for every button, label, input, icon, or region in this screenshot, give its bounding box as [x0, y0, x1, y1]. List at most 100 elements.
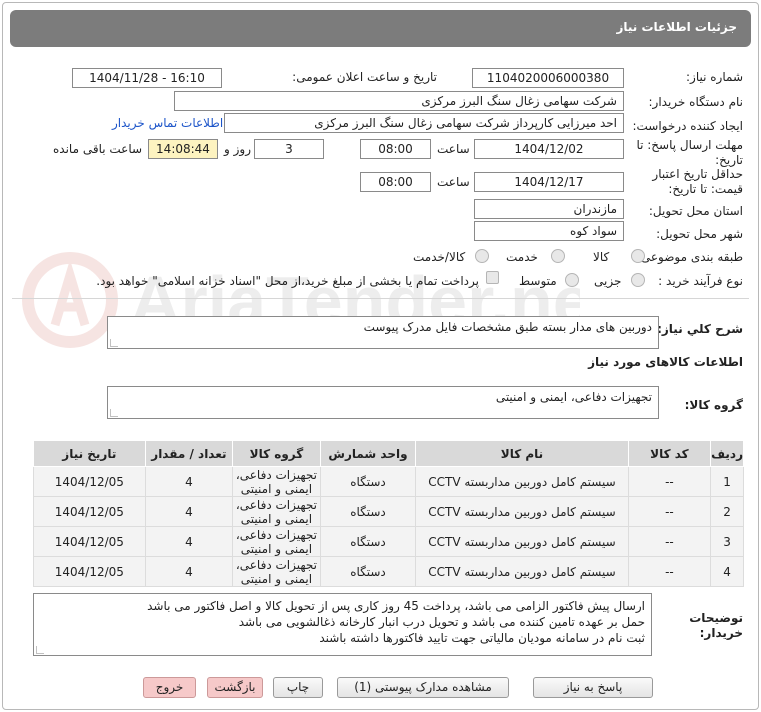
deadline-label-line1: مهلت ارسال پاسخ: تا	[636, 138, 743, 152]
view-attachments-button[interactable]: مشاهده مدارک پیوستی (1)	[337, 677, 509, 698]
category-option-service: خدمت	[506, 250, 538, 264]
buyer-notes-label-line1: توضیحات	[689, 611, 743, 625]
city-field: سواد کوه	[474, 221, 624, 241]
deadline-time-field: 08:00	[360, 139, 431, 159]
cell-need-date: 1404/12/05	[33, 526, 146, 557]
treasury-payment-checkbox[interactable]	[486, 271, 499, 284]
cell-row-number: 3	[710, 526, 744, 557]
process-radio-medium[interactable]	[565, 273, 579, 287]
cell-item-code: --	[627, 466, 712, 497]
col-header-need-date: تاریخ نیاز	[33, 440, 146, 467]
cell-quantity: 4	[144, 556, 234, 587]
deadline-label-line2: تاریخ:	[715, 153, 743, 167]
cell-need-date: 1404/12/05	[33, 496, 146, 527]
province-field: مازندران	[474, 199, 624, 219]
col-header-quantity: تعداد / مقدار	[144, 440, 234, 467]
category-radio-goods[interactable]	[631, 249, 645, 263]
section-divider	[12, 298, 749, 299]
need-number-label: شماره نیاز:	[686, 70, 743, 84]
table-row: 4 -- سیستم کامل دوربین مداربسته CCTV دست…	[33, 556, 744, 587]
validity-time-field: 08:00	[360, 172, 431, 192]
goods-group-label: گروه کالا:	[684, 398, 743, 412]
goods-section-title: اطلاعات کالاهای مورد نیاز	[588, 355, 743, 369]
table-row: 1 -- سیستم کامل دوربین مداربسته CCTV دست…	[33, 466, 744, 497]
remaining-time-label: ساعت باقی مانده	[53, 142, 143, 156]
cell-item-name: سیستم کامل دوربین مداربسته CCTV	[415, 466, 629, 497]
col-header-item-code: کد کالا	[627, 440, 712, 467]
description-label: شرح کلي نياز:	[657, 322, 743, 336]
cell-item-group: تجهیزات دفاعی، ایمنی و امنیتی	[232, 496, 321, 527]
buyer-note-line: حمل بر عهده تامین کننده می باشد و تحویل …	[238, 615, 645, 629]
cell-item-name: سیستم کامل دوربین مداربسته CCTV	[415, 556, 629, 587]
cell-need-date: 1404/12/05	[33, 466, 146, 497]
cell-item-code: --	[627, 526, 712, 557]
cell-item-group: تجهیزات دفاعی، ایمنی و امنیتی	[232, 466, 321, 497]
table-row: 3 -- سیستم کامل دوربین مداربسته CCTV دست…	[33, 526, 744, 557]
need-number-field: 1104020006000380	[472, 68, 624, 88]
cell-item-code: --	[627, 496, 712, 527]
col-header-row-number: ردیف	[710, 440, 744, 467]
process-option-medium: متوسط	[519, 274, 557, 288]
buyer-note-line: ثبت نام در سامانه مودیان مالیاتی جهت تای…	[319, 631, 645, 645]
col-header-unit: واحد شمارش	[319, 440, 417, 467]
announce-date-label: تاریخ و ساعت اعلان عمومی:	[292, 70, 437, 84]
cell-unit: دستگاه	[319, 496, 417, 527]
goods-group-textarea: تجهیزات دفاعی، ایمنی و امنیتی	[107, 386, 659, 419]
col-header-item-group: گروه کالا	[232, 440, 321, 467]
exit-button[interactable]: خروج	[143, 677, 196, 698]
category-label: طبقه بندی موضوعی:	[636, 250, 743, 264]
cell-row-number: 2	[710, 496, 744, 527]
cell-need-date: 1404/12/05	[33, 556, 146, 587]
resize-grip-icon[interactable]	[110, 409, 118, 417]
reply-button[interactable]: پاسخ به نیاز	[533, 677, 653, 698]
table-header-row: ردیف کد کالا نام کالا واحد شمارش گروه کا…	[33, 440, 744, 467]
back-button[interactable]: بازگشت	[207, 677, 263, 698]
description-textarea: دوربین های مدار بسته طبق مشخصات فایل مدر…	[107, 316, 659, 349]
cell-unit: دستگاه	[319, 466, 417, 497]
cell-quantity: 4	[144, 526, 234, 557]
cell-item-name: سیستم کامل دوربین مداربسته CCTV	[415, 526, 629, 557]
cell-item-group: تجهیزات دفاعی، ایمنی و امنیتی	[232, 526, 321, 557]
category-radio-service[interactable]	[551, 249, 565, 263]
header-bar: جزئیات اطلاعات نیاز	[10, 10, 751, 47]
city-label: شهر محل تحویل:	[656, 227, 743, 241]
resize-grip-icon[interactable]	[36, 646, 44, 654]
category-option-goods-service: کالا/خدمت	[413, 250, 466, 264]
goods-group-value: تجهیزات دفاعی، ایمنی و امنیتی	[495, 390, 652, 404]
validity-label-line1: حداقل تاریخ اعتبار	[652, 167, 743, 181]
creator-label: ایجاد کننده درخواست:	[632, 119, 743, 133]
print-button[interactable]: چاپ	[273, 677, 323, 698]
cell-unit: دستگاه	[319, 556, 417, 587]
process-radio-minor[interactable]	[631, 273, 645, 287]
table-row: 2 -- سیستم کامل دوربین مداربسته CCTV دست…	[33, 496, 744, 527]
category-option-goods: کالا	[593, 250, 610, 264]
process-type-label: نوع فرآیند خرید :	[658, 274, 743, 288]
days-label: روز و	[224, 142, 251, 156]
buyer-org-field: شرکت سهامی زغال سنگ البرز مرکزی	[174, 91, 624, 111]
cell-unit: دستگاه	[319, 526, 417, 557]
col-header-item-name: نام کالا	[415, 440, 629, 467]
creator-field: احد میرزایی کارپرداز شرکت سهامی زغال سنگ…	[224, 113, 624, 133]
validity-date-field: 1404/12/17	[474, 172, 624, 192]
cell-quantity: 4	[144, 496, 234, 527]
category-radio-goods-service[interactable]	[475, 249, 489, 263]
cell-row-number: 1	[710, 466, 744, 497]
validity-time-label: ساعت	[437, 175, 470, 189]
province-label: استان محل تحویل:	[648, 204, 743, 218]
resize-grip-icon[interactable]	[110, 339, 118, 347]
cell-quantity: 4	[144, 466, 234, 497]
items-table: ردیف کد کالا نام کالا واحد شمارش گروه کا…	[33, 440, 744, 587]
page-title: جزئیات اطلاعات نیاز	[616, 20, 737, 34]
days-remaining-field: 3	[254, 139, 324, 159]
description-text: دوربین های مدار بسته طبق مشخصات فایل مدر…	[363, 320, 652, 334]
deadline-date-field: 1404/12/02	[474, 139, 624, 159]
buyer-contact-link[interactable]: اطلاعات تماس خریدار	[112, 116, 223, 130]
remaining-time-field: 14:08:44	[148, 139, 218, 159]
deadline-time-label: ساعت	[437, 142, 470, 156]
cell-row-number: 4	[710, 556, 744, 587]
process-option-minor: جزیی	[594, 274, 622, 288]
announce-date-field: 1404/11/28 - 16:10	[72, 68, 222, 88]
buyer-notes-box: ارسال پیش فاکتور الزامی می باشد، پرداخت …	[33, 593, 652, 656]
cell-item-code: --	[627, 556, 712, 587]
cell-item-name: سیستم کامل دوربین مداربسته CCTV	[415, 496, 629, 527]
